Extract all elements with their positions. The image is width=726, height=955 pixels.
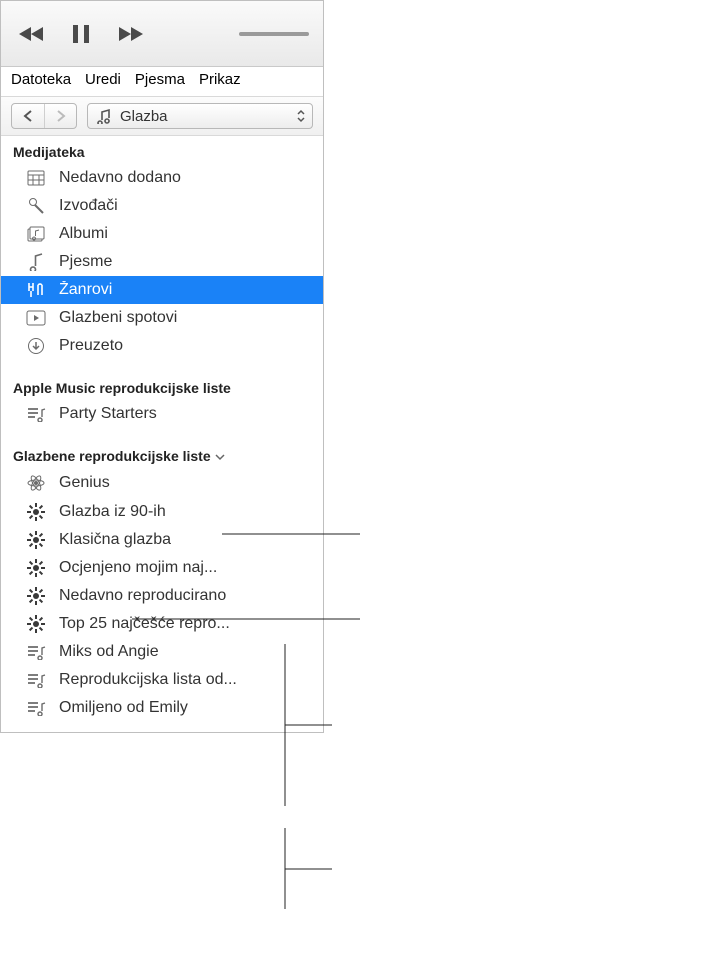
sidebar-item-label: Party Starters <box>59 405 157 423</box>
sidebar-item-label: Top 25 najčešće repro... <box>59 615 230 633</box>
sidebar-item-downloaded[interactable]: Preuzeto <box>1 332 323 360</box>
updown-chevron-icon <box>296 109 306 123</box>
sidebar-item-emily-favorites[interactable]: Omiljeno od Emily <box>1 694 323 722</box>
gear-icon <box>25 531 47 549</box>
sidebar-item-music-videos[interactable]: Glazbeni spotovi <box>1 304 323 332</box>
download-icon <box>25 337 47 355</box>
sidebar-item-label: Nedavno dodano <box>59 169 181 187</box>
gear-icon <box>25 615 47 633</box>
sidebar-item-recently-played[interactable]: Nedavno reproducirano <box>1 582 323 610</box>
microphone-icon <box>25 197 47 215</box>
playlist-icon <box>25 672 47 688</box>
previous-track-button[interactable] <box>15 24 45 44</box>
menu-bar: Datoteka Uredi Pjesma Prikaz <box>1 67 323 97</box>
music-note-icon <box>94 108 112 124</box>
back-button[interactable] <box>12 104 44 128</box>
sidebar-item-albums[interactable]: Albumi <box>1 220 323 248</box>
navigation-buttons <box>11 103 77 129</box>
sidebar-item-label: Izvođači <box>59 197 118 215</box>
menu-edit[interactable]: Uredi <box>85 71 121 88</box>
category-label: Glazba <box>120 108 168 125</box>
sidebar-item-label: Preuzeto <box>59 337 123 355</box>
note-icon <box>25 253 47 271</box>
sidebar-item-label: Nedavno reproducirano <box>59 587 226 605</box>
sidebar-item-playlist-from[interactable]: Reprodukcijska lista od... <box>1 666 323 694</box>
gear-icon <box>25 503 47 521</box>
sidebar-item-label: Reprodukcijska lista od... <box>59 671 237 689</box>
sidebar-item-label: Glazba iz 90-ih <box>59 503 166 521</box>
sidebar: Medijateka Nedavno dodano Izvođači Album… <box>1 136 323 732</box>
toolbar: Glazba <box>1 97 323 136</box>
menu-song[interactable]: Pjesma <box>135 71 185 88</box>
sidebar-item-angie-mix[interactable]: Miks od Angie <box>1 638 323 666</box>
video-icon <box>25 310 47 326</box>
chevron-down-icon <box>215 448 225 464</box>
music-playlists-section-header[interactable]: Glazbene reprodukcijske liste <box>1 440 323 468</box>
sidebar-item-label: Genius <box>59 474 110 492</box>
sidebar-item-label: Ocjenjeno mojim naj... <box>59 559 217 577</box>
sidebar-item-label: Miks od Angie <box>59 643 159 661</box>
sidebar-item-90s[interactable]: Glazba iz 90-ih <box>1 498 323 526</box>
next-track-button[interactable] <box>117 24 147 44</box>
sidebar-item-label: Glazbeni spotovi <box>59 309 177 327</box>
gear-icon <box>25 587 47 605</box>
volume-slider[interactable] <box>239 32 309 36</box>
forward-button[interactable] <box>44 104 76 128</box>
apple-music-section-header: Apple Music reprodukcijske liste <box>1 372 323 400</box>
album-icon <box>25 226 47 242</box>
sidebar-item-genius[interactable]: Genius <box>1 468 323 498</box>
sidebar-item-recently-added[interactable]: Nedavno dodano <box>1 164 323 192</box>
sidebar-item-top-rated[interactable]: Ocjenjeno mojim naj... <box>1 554 323 582</box>
media-category-selector[interactable]: Glazba <box>87 103 313 129</box>
sidebar-item-classical[interactable]: Klasična glazba <box>1 526 323 554</box>
sidebar-item-genres[interactable]: Žanrovi <box>1 276 323 304</box>
menu-view[interactable]: Prikaz <box>199 71 241 88</box>
sidebar-item-top25[interactable]: Top 25 najčešće repro... <box>1 610 323 638</box>
sidebar-item-label: Žanrovi <box>59 281 112 299</box>
playlist-icon <box>25 700 47 716</box>
sidebar-item-label: Omiljeno od Emily <box>59 699 188 717</box>
sidebar-item-artists[interactable]: Izvođači <box>1 192 323 220</box>
genres-icon <box>25 281 47 299</box>
menu-file[interactable]: Datoteka <box>11 71 71 88</box>
grid-icon <box>25 170 47 186</box>
sidebar-item-label: Pjesme <box>59 253 112 271</box>
sidebar-item-label: Albumi <box>59 225 108 243</box>
sidebar-item-party-starters[interactable]: Party Starters <box>1 400 323 428</box>
section-header-label: Glazbene reprodukcijske liste <box>13 448 211 464</box>
play-pause-button[interactable] <box>71 23 91 45</box>
library-section-header: Medijateka <box>1 136 323 164</box>
gear-icon <box>25 559 47 577</box>
playlist-icon <box>25 406 47 422</box>
playback-controls <box>1 1 323 67</box>
sidebar-item-songs[interactable]: Pjesme <box>1 248 323 276</box>
genius-icon <box>25 473 47 493</box>
sidebar-item-label: Klasična glazba <box>59 531 171 549</box>
playlist-icon <box>25 644 47 660</box>
